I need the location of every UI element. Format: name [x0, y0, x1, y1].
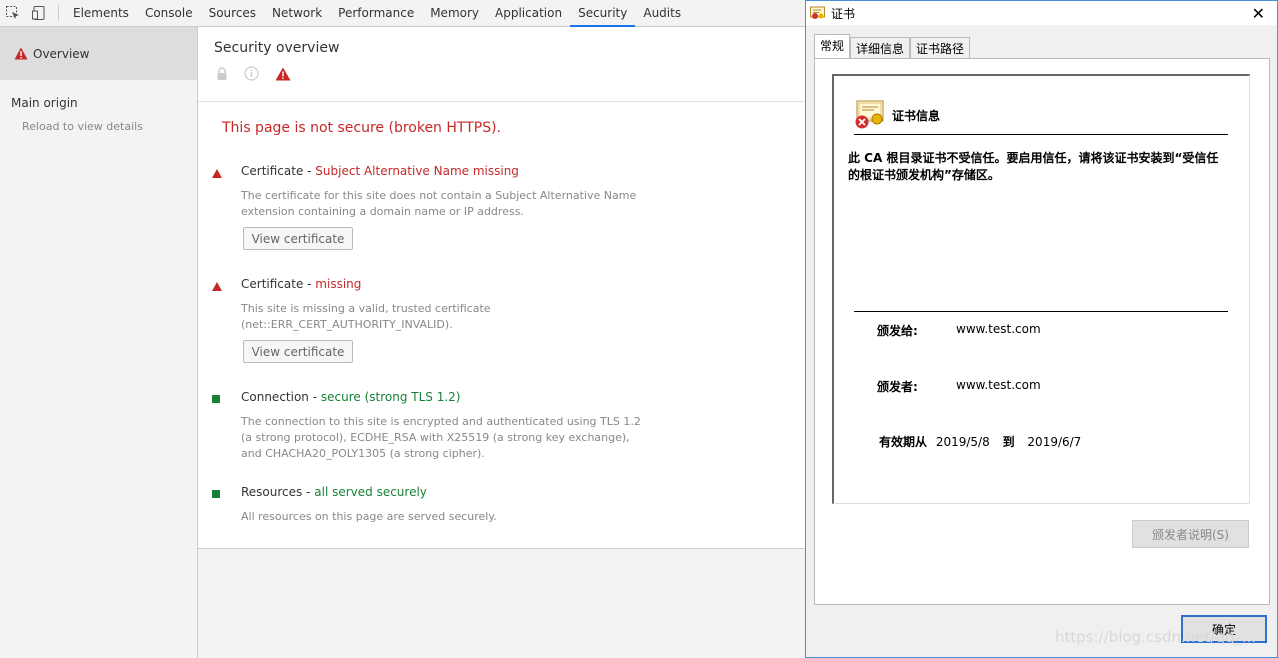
item-description: The connection to this site is encrypted…: [241, 415, 641, 460]
issued-by-value: www.test.com: [956, 378, 1041, 392]
item-title: Certificate - missing: [241, 277, 361, 291]
item-prefix: Certificate -: [241, 277, 316, 291]
tab-console[interactable]: Console: [137, 0, 201, 26]
tab-certification-path[interactable]: 证书路径: [910, 37, 971, 59]
item-status: secure (strong TLS 1.2): [320, 390, 461, 404]
dialog-titlebar: 证书: [806, 1, 1277, 25]
valid-to: 2019/6/7: [1027, 435, 1082, 449]
view-certificate-button[interactable]: View certificate: [243, 227, 353, 250]
main-header: Security overview: [198, 27, 806, 102]
sidebar-item-overview[interactable]: Overview: [0, 27, 197, 80]
tab-performance[interactable]: Performance: [330, 0, 422, 26]
security-main-panel: Security overview This page is not secur…: [198, 27, 806, 548]
item-description: The certificate for this site does not c…: [241, 189, 637, 218]
info-icon: [244, 66, 259, 81]
issuer-statement-button[interactable]: 颁发者说明(S): [1132, 520, 1249, 548]
valid-from: 2019/5/8: [935, 435, 990, 449]
certificate-dialog: 证书 ✕ 常规 详细信息 证书路径 证书信息 此 CA 根目录证书不受信任。要启…: [805, 0, 1278, 658]
item-status: Subject Alternative Name missing: [315, 164, 519, 178]
lock-icon: [217, 66, 227, 80]
divider: [854, 134, 1228, 135]
untrusted-certificate-icon: [855, 100, 884, 129]
close-icon[interactable]: ✕: [1252, 4, 1265, 23]
validity-row: 有效期从 2019/5/8 到 2019/6/7: [879, 433, 1081, 450]
tab-memory[interactable]: Memory: [422, 0, 487, 26]
tab-elements[interactable]: Elements: [65, 0, 137, 26]
dialog-title: 证书: [831, 6, 856, 21]
reload-hint: Reload to view details: [22, 120, 143, 133]
validity-to-label: 到: [1002, 435, 1015, 449]
certificate-info-header: 证书信息: [854, 100, 940, 130]
sidebar-item-label: Overview: [33, 46, 90, 61]
dialog-tabs: 常规 详细信息 证书路径: [814, 34, 971, 59]
issued-to-label: 颁发给:: [877, 324, 918, 338]
validity-label: 有效期从: [879, 435, 928, 449]
tab-audits[interactable]: Audits: [635, 0, 689, 26]
toolbar-separator: [58, 5, 59, 21]
divider: [854, 311, 1228, 312]
certificate-info-box: 证书信息 此 CA 根目录证书不受信任。要启用信任，请将该证书安装到“受信任的根…: [832, 74, 1250, 504]
secure-marker-icon: [212, 490, 220, 498]
watermark: https://blog.csdn.net/qq_...: [1055, 628, 1257, 646]
issued-to-row: 颁发给:: [877, 322, 918, 339]
item-prefix: Resources -: [241, 485, 315, 499]
tab-sources[interactable]: Sources: [201, 0, 264, 26]
security-headline: This page is not secure (broken HTTPS).: [222, 120, 502, 136]
device-toolbar-icon[interactable]: [26, 0, 52, 26]
item-description: This site is missing a valid, trusted ce…: [241, 302, 491, 331]
warning-marker-icon: [212, 282, 222, 291]
warning-icon: [275, 67, 291, 80]
item-status: all served securely: [314, 485, 427, 499]
item-title: Certificate - Subject Alternative Name m…: [241, 164, 519, 178]
security-state-icons: [214, 66, 806, 81]
issued-by-row: 颁发者:: [877, 378, 918, 395]
issued-by-label: 颁发者:: [877, 380, 918, 394]
view-certificate-button[interactable]: View certificate: [243, 340, 353, 363]
issued-to-value: www.test.com: [956, 322, 1041, 336]
tab-general[interactable]: 常规: [814, 34, 851, 59]
page-title: Security overview: [214, 40, 340, 56]
main-origin-heading: Main origin: [11, 96, 78, 110]
item-title: Connection - secure (strong TLS 1.2): [241, 390, 460, 404]
item-title: Resources - all served securely: [241, 485, 427, 499]
certificate-info-title: 证书信息: [892, 108, 941, 123]
tab-security[interactable]: Security: [570, 0, 636, 27]
security-sidebar: Overview Main origin Reload to view deta…: [0, 27, 198, 658]
tab-network[interactable]: Network: [264, 0, 330, 26]
item-prefix: Connection -: [241, 390, 321, 404]
warning-marker-icon: [212, 169, 222, 178]
warning-icon: [14, 47, 28, 60]
secure-marker-icon: [212, 395, 220, 403]
tab-application[interactable]: Application: [487, 0, 570, 26]
item-description: All resources on this page are served se…: [241, 510, 497, 523]
certificate-icon: [810, 6, 825, 19]
inspect-element-icon[interactable]: [0, 0, 26, 26]
main-empty-area: [198, 548, 806, 658]
tab-details[interactable]: 详细信息: [850, 37, 911, 59]
item-status: missing: [315, 277, 362, 291]
item-prefix: Certificate -: [241, 164, 316, 178]
trust-warning-message: 此 CA 根目录证书不受信任。要启用信任，请将该证书安装到“受信任的根证书颁发机…: [848, 151, 1219, 182]
general-tab-page: 证书信息 此 CA 根目录证书不受信任。要启用信任，请将该证书安装到“受信任的根…: [814, 58, 1270, 605]
